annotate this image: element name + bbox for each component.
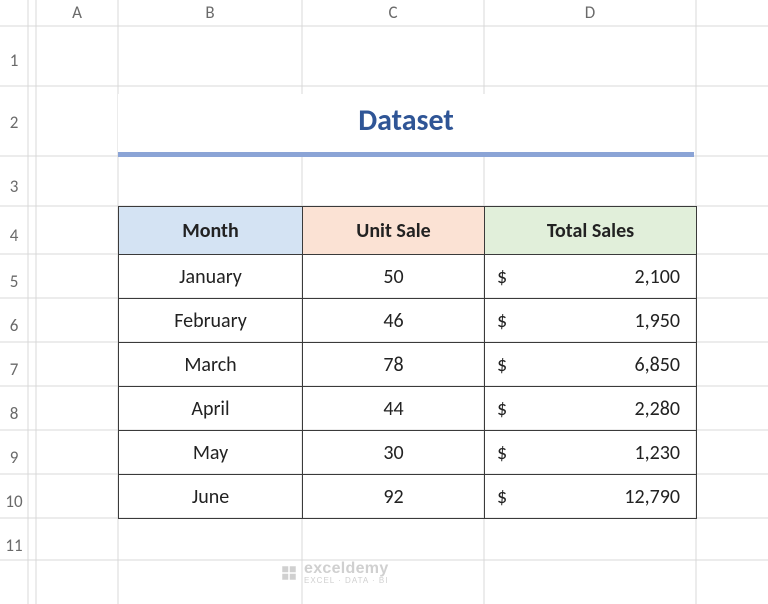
col-header-b[interactable]: B	[118, 2, 302, 24]
watermark-brand: exceldemy	[304, 560, 389, 577]
header-total[interactable]: Total Sales	[485, 207, 697, 255]
header-unit[interactable]: Unit Sale	[303, 207, 485, 255]
table-row: March 78 $ 6,850	[119, 343, 697, 387]
watermark: exceldemy EXCEL · DATA · BI	[280, 560, 490, 585]
row-header-1[interactable]: 1	[0, 50, 28, 71]
row-header-11[interactable]: 11	[0, 535, 28, 556]
row-header-2[interactable]: 2	[0, 112, 28, 133]
table-row: April 44 $ 2,280	[119, 387, 697, 431]
currency-value: 1,950	[495, 309, 680, 333]
table-row: May 30 $ 1,230	[119, 431, 697, 475]
watermark-sub: EXCEL · DATA · BI	[304, 576, 389, 585]
cell-month[interactable]: June	[119, 475, 303, 519]
cell-total[interactable]: $ 2,100	[485, 255, 697, 299]
col-header-d[interactable]: D	[484, 2, 696, 24]
cell-month[interactable]: February	[119, 299, 303, 343]
cell-total[interactable]: $ 1,230	[485, 431, 697, 475]
row-header-5[interactable]: 5	[0, 271, 28, 292]
cell-unit[interactable]: 46	[303, 299, 485, 343]
table-row: June 92 $ 12,790	[119, 475, 697, 519]
header-month[interactable]: Month	[119, 207, 303, 255]
cell-unit[interactable]: 92	[303, 475, 485, 519]
title-underline	[118, 152, 694, 157]
cell-month[interactable]: March	[119, 343, 303, 387]
col-header-c[interactable]: C	[302, 2, 484, 24]
currency-value: 6,850	[495, 353, 680, 377]
row-header-4[interactable]: 4	[0, 225, 28, 246]
cell-unit[interactable]: 44	[303, 387, 485, 431]
cell-unit[interactable]: 30	[303, 431, 485, 475]
row-header-7[interactable]: 7	[0, 359, 28, 380]
cell-month[interactable]: May	[119, 431, 303, 475]
exceldemy-logo-icon	[280, 564, 298, 582]
currency-symbol: $	[497, 265, 507, 289]
currency-value: 1,230	[495, 441, 680, 465]
page-title[interactable]: Dataset	[118, 94, 694, 154]
row-header-6[interactable]: 6	[0, 315, 28, 336]
currency-symbol: $	[497, 441, 507, 465]
dataset-table: Month Unit Sale Total Sales January 50 $…	[118, 206, 697, 519]
cell-month[interactable]: April	[119, 387, 303, 431]
table-row: February 46 $ 1,950	[119, 299, 697, 343]
currency-value: 2,100	[495, 265, 680, 289]
row-header-9[interactable]: 9	[0, 447, 28, 468]
col-header-a[interactable]: A	[36, 2, 118, 24]
cell-unit[interactable]: 50	[303, 255, 485, 299]
currency-symbol: $	[497, 485, 507, 509]
cell-unit[interactable]: 78	[303, 343, 485, 387]
watermark-text: exceldemy EXCEL · DATA · BI	[304, 560, 389, 585]
table-header-row: Month Unit Sale Total Sales	[119, 207, 697, 255]
currency-value: 12,790	[495, 485, 680, 509]
table-row: January 50 $ 2,100	[119, 255, 697, 299]
currency-symbol: $	[497, 353, 507, 377]
cell-total[interactable]: $ 1,950	[485, 299, 697, 343]
cell-total[interactable]: $ 2,280	[485, 387, 697, 431]
cell-month[interactable]: January	[119, 255, 303, 299]
cell-total[interactable]: $ 12,790	[485, 475, 697, 519]
currency-symbol: $	[497, 309, 507, 333]
cell-total[interactable]: $ 6,850	[485, 343, 697, 387]
currency-symbol: $	[497, 397, 507, 421]
row-header-8[interactable]: 8	[0, 403, 28, 424]
row-header-10[interactable]: 10	[0, 491, 28, 512]
row-header-3[interactable]: 3	[0, 176, 28, 197]
currency-value: 2,280	[495, 397, 680, 421]
spreadsheet-view: A B C D 1 2 3 4 5 6 7 8 9 10 11 Dataset …	[0, 0, 768, 604]
